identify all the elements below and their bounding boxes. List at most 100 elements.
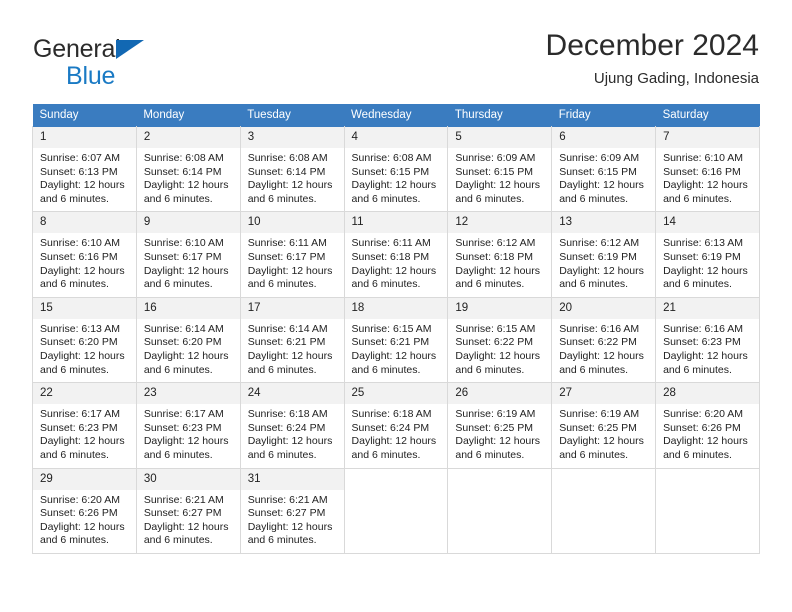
- daylight-text-line1: Daylight: 12 hours: [143, 435, 229, 448]
- day-number: 19: [448, 297, 552, 319]
- day-number: 3: [240, 127, 344, 148]
- daylight-text-line2: and 6 minutes.: [247, 363, 317, 376]
- daylight-text-line1: Daylight: 12 hours: [40, 179, 125, 192]
- day-details: Sunrise: 6:10 AM Sunset: 6:17 PM Dayligh…: [137, 233, 240, 296]
- day-cell[interactable]: 26 Sunrise: 6:19 AM Sunset: 6:25 PM Dayl…: [447, 382, 553, 469]
- day-cell[interactable]: 31 Sunrise: 6:21 AM Sunset: 6:27 PM Dayl…: [239, 467, 345, 554]
- day-cell[interactable]: 21 Sunrise: 6:16 AM Sunset: 6:23 PM Dayl…: [655, 296, 760, 384]
- day-cell[interactable]: 29 Sunrise: 6:20 AM Sunset: 6:26 PM Dayl…: [32, 467, 137, 554]
- day-cell[interactable]: 9 Sunrise: 6:10 AM Sunset: 6:17 PM Dayli…: [135, 211, 241, 298]
- day-cell[interactable]: 16 Sunrise: 6:14 AM Sunset: 6:20 PM Dayl…: [135, 296, 241, 384]
- sunrise-text: Sunrise: 6:12 AM: [559, 237, 640, 250]
- daylight-text-line1: Daylight: 12 hours: [247, 520, 333, 533]
- day-cell[interactable]: 12 Sunrise: 6:12 AM Sunset: 6:18 PM Dayl…: [447, 211, 553, 298]
- day-number: 5: [448, 127, 552, 148]
- daylight-text-line2: and 6 minutes.: [559, 192, 629, 205]
- sunset-text: Sunset: 6:27 PM: [247, 507, 326, 520]
- day-number: 30: [136, 468, 240, 490]
- day-cell[interactable]: 19 Sunrise: 6:15 AM Sunset: 6:22 PM Dayl…: [447, 296, 553, 384]
- day-details: Sunrise: 6:09 AM Sunset: 6:15 PM Dayligh…: [448, 148, 551, 211]
- sunset-text: Sunset: 6:21 PM: [351, 336, 430, 349]
- day-cell[interactable]: 10 Sunrise: 6:11 AM Sunset: 6:17 PM Dayl…: [239, 211, 345, 298]
- day-details: Sunrise: 6:08 AM Sunset: 6:14 PM Dayligh…: [137, 148, 240, 211]
- day-details: Sunrise: 6:08 AM Sunset: 6:14 PM Dayligh…: [241, 148, 344, 211]
- day-number: 4: [344, 127, 448, 148]
- column-header-wednesday: Wednesday: [344, 104, 448, 127]
- daylight-text-line2: and 6 minutes.: [40, 448, 109, 461]
- day-cell[interactable]: 24 Sunrise: 6:18 AM Sunset: 6:24 PM Dayl…: [239, 382, 345, 469]
- day-details: Sunrise: 6:21 AM Sunset: 6:27 PM Dayligh…: [241, 490, 344, 553]
- daylight-text-line2: and 6 minutes.: [143, 363, 213, 376]
- daylight-text-line1: Daylight: 12 hours: [351, 179, 437, 192]
- day-cell[interactable]: 5 Sunrise: 6:09 AM Sunset: 6:15 PM Dayli…: [447, 125, 553, 213]
- sunrise-text: Sunrise: 6:14 AM: [143, 322, 224, 335]
- day-number: 18: [344, 297, 448, 319]
- day-cell[interactable]: 23 Sunrise: 6:17 AM Sunset: 6:23 PM Dayl…: [135, 382, 241, 469]
- daylight-text-line2: and 6 minutes.: [40, 534, 109, 547]
- day-cell[interactable]: 4 Sunrise: 6:08 AM Sunset: 6:15 PM Dayli…: [343, 125, 449, 213]
- day-cell[interactable]: 17 Sunrise: 6:14 AM Sunset: 6:21 PM Dayl…: [239, 296, 345, 384]
- day-cell[interactable]: 7 Sunrise: 6:10 AM Sunset: 6:16 PM Dayli…: [655, 125, 760, 213]
- day-number: 7: [656, 127, 759, 148]
- daylight-text-line1: Daylight: 12 hours: [40, 520, 125, 533]
- day-cell[interactable]: 13 Sunrise: 6:12 AM Sunset: 6:19 PM Dayl…: [551, 211, 657, 298]
- day-details: Sunrise: 6:21 AM Sunset: 6:27 PM Dayligh…: [137, 490, 240, 553]
- daylight-text-line2: and 6 minutes.: [559, 363, 629, 376]
- sunrise-text: Sunrise: 6:13 AM: [663, 237, 744, 250]
- day-cell[interactable]: 28 Sunrise: 6:20 AM Sunset: 6:26 PM Dayl…: [655, 382, 760, 469]
- day-number: 24: [240, 383, 344, 405]
- sunset-text: Sunset: 6:17 PM: [143, 250, 222, 263]
- day-number: 31: [240, 468, 344, 490]
- daylight-text-line1: Daylight: 12 hours: [351, 435, 437, 448]
- day-details: Sunrise: 6:10 AM Sunset: 6:16 PM Dayligh…: [656, 148, 759, 211]
- day-number: 12: [448, 212, 552, 234]
- daylight-text-line1: Daylight: 12 hours: [247, 349, 333, 362]
- day-cell[interactable]: 8 Sunrise: 6:10 AM Sunset: 6:16 PM Dayli…: [32, 211, 137, 298]
- daylight-text-line1: Daylight: 12 hours: [143, 520, 229, 533]
- day-details: Sunrise: 6:12 AM Sunset: 6:18 PM Dayligh…: [448, 233, 551, 296]
- daylight-text-line2: and 6 minutes.: [559, 278, 629, 291]
- sunset-text: Sunset: 6:23 PM: [143, 421, 222, 434]
- day-cell[interactable]: 3 Sunrise: 6:08 AM Sunset: 6:14 PM Dayli…: [239, 125, 345, 213]
- daylight-text-line1: Daylight: 12 hours: [247, 435, 333, 448]
- day-details: Sunrise: 6:17 AM Sunset: 6:23 PM Dayligh…: [33, 404, 136, 467]
- day-number: 27: [552, 383, 656, 405]
- day-cell[interactable]: 27 Sunrise: 6:19 AM Sunset: 6:25 PM Dayl…: [551, 382, 657, 469]
- daylight-text-line2: and 6 minutes.: [143, 448, 213, 461]
- day-cell[interactable]: 2 Sunrise: 6:08 AM Sunset: 6:14 PM Dayli…: [135, 125, 241, 213]
- day-details: Sunrise: 6:18 AM Sunset: 6:24 PM Dayligh…: [345, 404, 448, 467]
- day-details: Sunrise: 6:13 AM Sunset: 6:20 PM Dayligh…: [33, 319, 136, 382]
- day-details: Sunrise: 6:10 AM Sunset: 6:16 PM Dayligh…: [33, 233, 136, 296]
- daylight-text-line2: and 6 minutes.: [143, 192, 213, 205]
- day-cell[interactable]: 1 Sunrise: 6:07 AM Sunset: 6:13 PM Dayli…: [32, 125, 137, 213]
- week-row: 22 Sunrise: 6:17 AM Sunset: 6:23 PM Dayl…: [32, 382, 760, 469]
- daylight-text-line1: Daylight: 12 hours: [351, 264, 437, 277]
- day-number: 9: [136, 212, 240, 234]
- sunrise-text: Sunrise: 6:19 AM: [559, 408, 640, 421]
- week-row: 29 Sunrise: 6:20 AM Sunset: 6:26 PM Dayl…: [32, 467, 760, 554]
- sunrise-text: Sunrise: 6:17 AM: [143, 408, 224, 421]
- day-cell[interactable]: 30 Sunrise: 6:21 AM Sunset: 6:27 PM Dayl…: [135, 467, 241, 554]
- column-header-thursday: Thursday: [447, 104, 552, 127]
- sunrise-text: Sunrise: 6:18 AM: [247, 408, 328, 421]
- sunrise-text: Sunrise: 6:19 AM: [455, 408, 536, 421]
- general-blue-logo[interactable]: General Blue: [33, 36, 253, 96]
- day-cell[interactable]: 14 Sunrise: 6:13 AM Sunset: 6:19 PM Dayl…: [655, 211, 760, 298]
- daylight-text-line2: and 6 minutes.: [143, 534, 213, 547]
- day-number: 10: [240, 212, 344, 234]
- daylight-text-line1: Daylight: 12 hours: [40, 435, 125, 448]
- sunrise-text: Sunrise: 6:21 AM: [247, 493, 328, 506]
- day-cell[interactable]: 15 Sunrise: 6:13 AM Sunset: 6:20 PM Dayl…: [32, 296, 137, 384]
- day-cell[interactable]: 18 Sunrise: 6:15 AM Sunset: 6:21 PM Dayl…: [343, 296, 449, 384]
- day-cell[interactable]: 25 Sunrise: 6:18 AM Sunset: 6:24 PM Dayl…: [343, 382, 449, 469]
- day-cell[interactable]: 22 Sunrise: 6:17 AM Sunset: 6:23 PM Dayl…: [32, 382, 137, 469]
- sunrise-text: Sunrise: 6:14 AM: [247, 322, 328, 335]
- daylight-text-line2: and 6 minutes.: [247, 278, 317, 291]
- day-cell[interactable]: 6 Sunrise: 6:09 AM Sunset: 6:15 PM Dayli…: [551, 125, 657, 213]
- day-cell[interactable]: 20 Sunrise: 6:16 AM Sunset: 6:22 PM Dayl…: [551, 296, 657, 384]
- sunset-text: Sunset: 6:20 PM: [143, 336, 222, 349]
- sunset-text: Sunset: 6:20 PM: [40, 336, 118, 349]
- calendar-body: 1 Sunrise: 6:07 AM Sunset: 6:13 PM Dayli…: [32, 125, 760, 554]
- day-cell[interactable]: 11 Sunrise: 6:11 AM Sunset: 6:18 PM Dayl…: [343, 211, 449, 298]
- daylight-text-line1: Daylight: 12 hours: [247, 264, 333, 277]
